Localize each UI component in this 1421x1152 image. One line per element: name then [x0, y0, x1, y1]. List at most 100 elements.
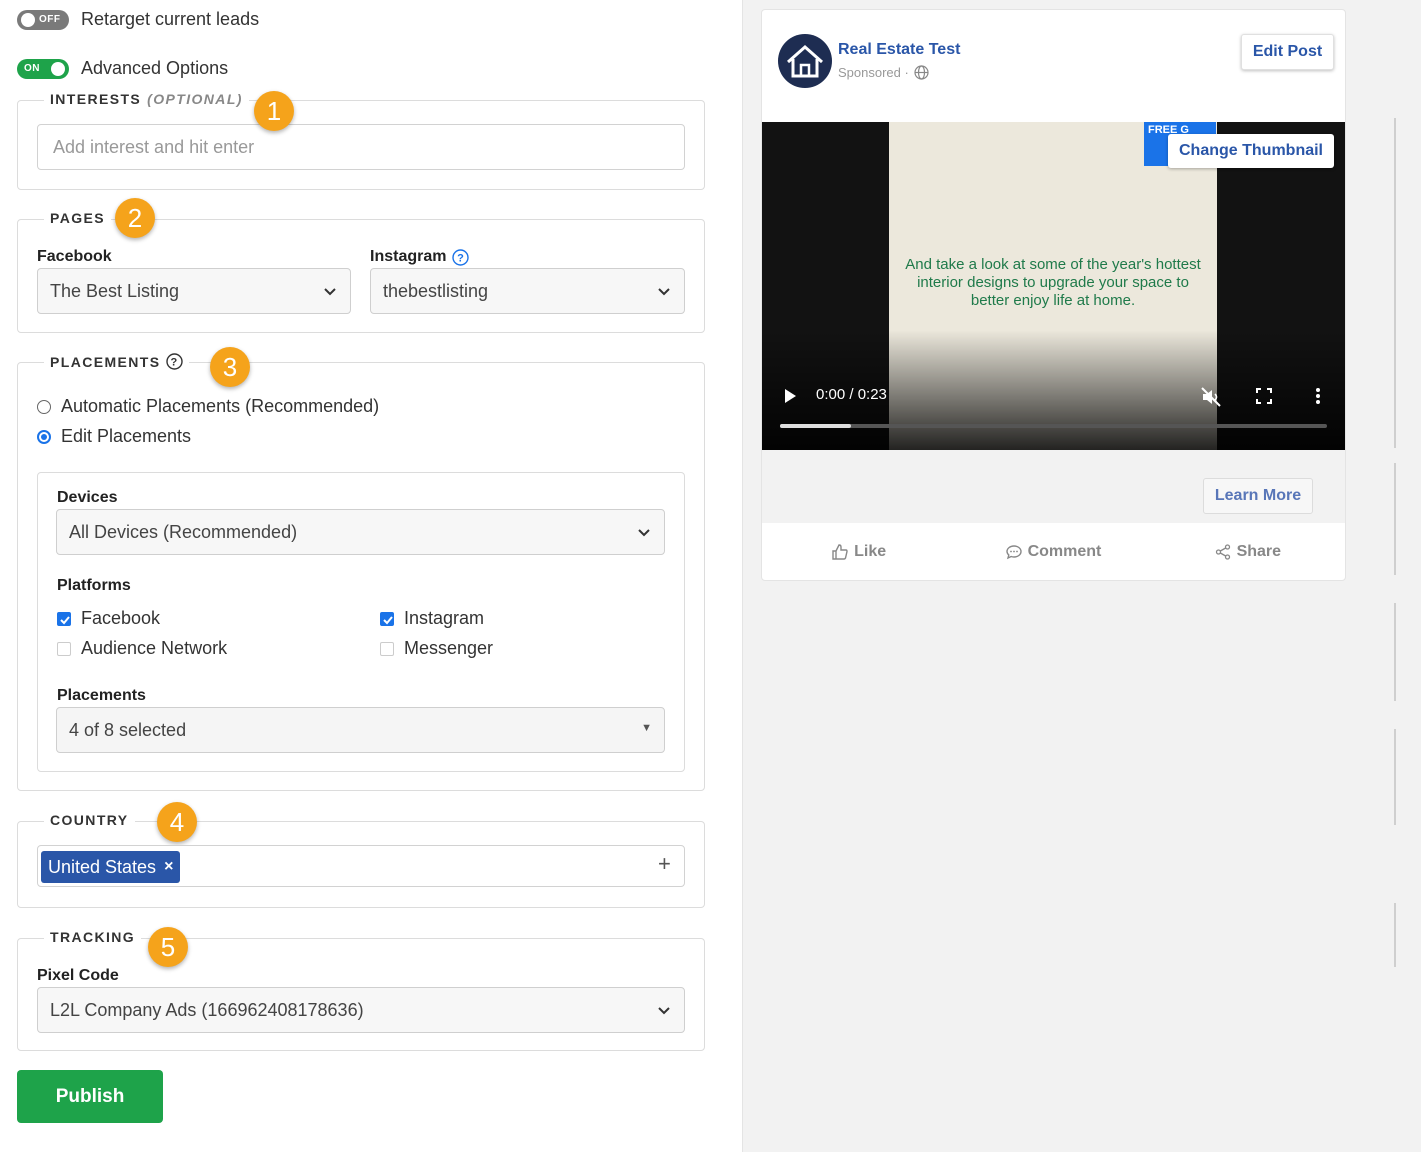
pixel-code-label: Pixel Code — [37, 967, 119, 985]
change-thumbnail-button[interactable]: Change Thumbnail — [1168, 134, 1334, 168]
fullscreen-icon[interactable] — [1256, 388, 1272, 404]
scroll-track — [1394, 603, 1396, 701]
cta-area: Learn More — [762, 450, 1345, 523]
devices-label: Devices — [57, 489, 118, 507]
scroll-track — [1394, 729, 1396, 825]
radio-button[interactable] — [37, 429, 51, 444]
placements-legend-text: PLACEMENTS — [50, 353, 161, 370]
thumbs-up-icon — [832, 544, 848, 560]
svg-text:?: ? — [458, 252, 465, 264]
ad-preview-card-wrap: Real Estate Test Sponsored · Edit Post A… — [761, 9, 1397, 581]
step-badge-3: 3 — [210, 347, 250, 387]
page-avatar — [778, 34, 832, 88]
chevron-down-icon — [324, 288, 336, 296]
like-button[interactable]: Like — [762, 523, 956, 581]
advanced-options-toggle[interactable]: ON — [17, 58, 69, 79]
pixel-code-label-text: Pixel Code — [37, 967, 119, 984]
instagram-page-value: thebestlisting — [383, 280, 489, 301]
placements-legend: PLACEMENTS ? — [44, 353, 190, 370]
chevron-down-icon — [658, 288, 670, 296]
facebook-page-value: The Best Listing — [50, 280, 180, 301]
targeting-form: OFF Retarget current leads ON Advanced O… — [0, 0, 742, 1152]
devices-label-text: Devices — [57, 489, 118, 506]
help-icon[interactable]: ? — [166, 353, 184, 370]
share-icon — [1215, 544, 1230, 560]
scroll-track — [1394, 463, 1396, 575]
comment-button[interactable]: Comment — [956, 523, 1150, 581]
tracking-legend-text: TRACKING — [50, 929, 136, 945]
like-label: Like — [854, 543, 887, 560]
platform-instagram[interactable]: Instagram — [380, 608, 484, 629]
play-icon[interactable] — [782, 387, 798, 405]
edit-placements-label: Edit Placements — [61, 426, 192, 446]
facebook-page-label: Facebook — [37, 248, 112, 266]
step-badge-5: 5 — [148, 927, 188, 967]
toggle-knob — [21, 12, 35, 27]
checkbox[interactable] — [57, 641, 71, 656]
pixel-code-value: L2L Company Ads (166962408178636) — [50, 999, 364, 1020]
chevron-down-icon — [638, 529, 650, 537]
sponsored-label: Sponsored · — [838, 65, 909, 80]
automatic-placements-label: Automatic Placements (Recommended) — [61, 396, 380, 416]
svg-text:?: ? — [171, 357, 179, 369]
optional-label: (OPTIONAL) — [147, 91, 243, 107]
platform-messenger-label: Messenger — [404, 638, 494, 658]
placements-multiselect[interactable]: 4 of 8 selected ▼ — [56, 707, 665, 753]
mute-icon[interactable] — [1200, 386, 1222, 408]
placements-label: Placements — [57, 687, 146, 705]
ad-preview-card: Real Estate Test Sponsored · Edit Post A… — [761, 9, 1346, 581]
scroll-track — [1394, 903, 1396, 967]
instagram-page-select[interactable]: thebestlisting — [370, 268, 685, 314]
step-badge-2: 2 — [115, 198, 155, 238]
platform-audience-network-label: Audience Network — [81, 638, 228, 658]
advanced-toggle-row: ON Advanced Options — [17, 58, 228, 79]
pages-legend-text: PAGES — [50, 210, 105, 226]
country-legend-text: COUNTRY — [50, 812, 129, 828]
caret-down-icon: ▼ — [641, 722, 652, 734]
sponsored-line: Sponsored · — [838, 65, 929, 80]
add-icon[interactable]: + — [658, 851, 671, 877]
comment-label: Comment — [1027, 543, 1102, 560]
devices-value: All Devices (Recommended) — [69, 521, 298, 542]
edit-post-button[interactable]: Edit Post — [1241, 34, 1334, 70]
video-progress-bar[interactable] — [780, 424, 1327, 428]
platforms-label-text: Platforms — [57, 577, 131, 594]
edit-placements-option[interactable]: Edit Placements — [37, 426, 191, 447]
devices-select[interactable]: All Devices (Recommended) — [56, 509, 665, 555]
checkbox[interactable] — [380, 611, 394, 626]
interest-input[interactable]: Add interest and hit enter — [37, 124, 685, 170]
globe-icon — [914, 65, 929, 80]
comment-icon — [1005, 545, 1022, 560]
platforms-label: Platforms — [57, 577, 131, 595]
video-caption: And take a look at some of the year's ho… — [905, 256, 1201, 309]
checkbox[interactable] — [380, 641, 394, 656]
tracking-section: TRACKING Pixel Code L2L Company Ads (166… — [17, 929, 705, 1051]
radio-button[interactable] — [37, 399, 51, 414]
retarget-toggle-row: OFF Retarget current leads — [17, 9, 259, 30]
video-player[interactable]: And take a look at some of the year's ho… — [762, 122, 1345, 450]
country-tag-label: United States — [48, 856, 157, 877]
video-time: 0:00 / 0:23 — [816, 386, 887, 403]
platform-facebook[interactable]: Facebook — [57, 608, 160, 629]
scroll-track — [1394, 118, 1396, 448]
pixel-code-select[interactable]: L2L Company Ads (166962408178636) — [37, 987, 685, 1033]
retarget-toggle[interactable]: OFF — [17, 9, 69, 30]
platform-audience-network[interactable]: Audience Network — [57, 638, 227, 659]
platform-facebook-label: Facebook — [81, 608, 161, 628]
help-icon[interactable]: ? — [452, 248, 470, 266]
facebook-page-select[interactable]: The Best Listing — [37, 268, 351, 314]
checkmark-icon — [383, 615, 393, 624]
page-name[interactable]: Real Estate Test — [838, 41, 960, 59]
share-button[interactable]: Share — [1151, 523, 1345, 581]
publish-button[interactable]: Publish — [17, 1070, 163, 1123]
learn-more-button[interactable]: Learn More — [1203, 478, 1313, 514]
automatic-placements-option[interactable]: Automatic Placements (Recommended) — [37, 396, 379, 417]
remove-icon[interactable]: × — [164, 858, 173, 876]
checkbox[interactable] — [57, 611, 71, 626]
placements-value: 4 of 8 selected — [69, 719, 187, 740]
chevron-down-icon — [658, 1007, 670, 1015]
more-options-icon[interactable] — [1313, 386, 1323, 406]
placements-label-text: Placements — [57, 687, 146, 704]
platform-messenger[interactable]: Messenger — [380, 638, 493, 659]
country-legend: COUNTRY — [44, 812, 135, 828]
